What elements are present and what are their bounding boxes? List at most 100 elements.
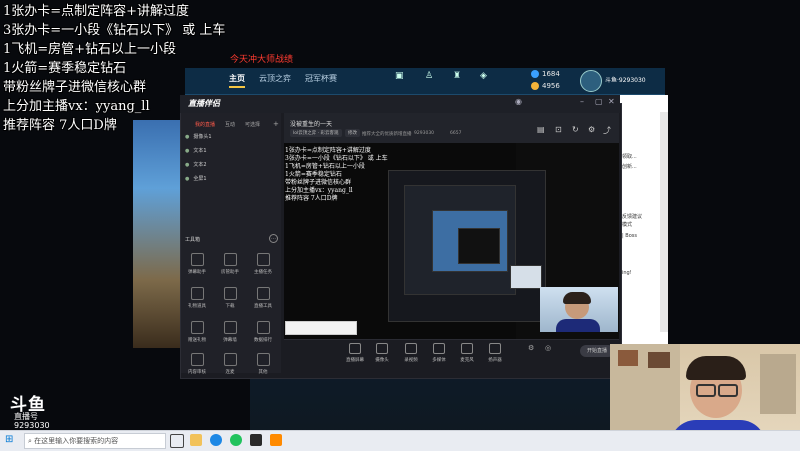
currency-blue: 1684 — [531, 70, 560, 78]
tool-icon — [256, 253, 270, 266]
tool-screen-capture[interactable]: 直播屏幕 — [340, 343, 370, 363]
tool-item[interactable]: 礼物道具 — [183, 287, 211, 309]
monitor-icon — [349, 343, 361, 354]
scene-item[interactable]: ● 全屏1 — [185, 175, 275, 186]
door — [760, 354, 796, 414]
player-avatar[interactable] — [580, 70, 602, 92]
more-icon[interactable]: … — [269, 234, 278, 243]
ranking-icon[interactable]: ♜ — [453, 71, 461, 81]
file-explorer-icon[interactable] — [190, 434, 202, 446]
tool-label: 麦克风 — [460, 358, 474, 363]
tool-label: 数据排行 — [254, 338, 272, 343]
tool-speaker[interactable]: 扬声器 — [480, 343, 510, 363]
gift-icon[interactable]: ▤ — [537, 125, 545, 134]
tab-my-live[interactable]: 我的直播 — [195, 121, 215, 128]
overlay-red-title: 今天冲大师战绩 — [230, 55, 294, 65]
tool-more-icon[interactable]: ◎ — [545, 344, 551, 352]
glasses-left — [696, 384, 716, 397]
overlay-rule-line: 3张办卡=一小段《钻石以下》 或 上车 — [3, 23, 226, 38]
scene-item[interactable]: ● 文本2 — [185, 161, 275, 172]
game-tab-tft[interactable]: 云顶之弈 — [259, 73, 291, 84]
douyu-room-id: 9293030 — [14, 421, 50, 430]
status-bar — [284, 374, 619, 382]
game-client-header: 主页 云顶之弈 冠军杯赛 ▣ ♙ ♜ ◈ 1684 4956 斗鱼·929303… — [185, 68, 665, 95]
picture-frame — [648, 352, 670, 368]
windows-start-icon[interactable]: ⊞ — [5, 434, 13, 446]
settings-icon[interactable]: ⚙ — [588, 125, 595, 134]
add-scene-icon[interactable]: + — [273, 120, 279, 128]
tool-item[interactable]: 其他 — [249, 353, 277, 375]
tool-media[interactable]: 多媒体 — [424, 343, 454, 363]
picture-frame — [618, 350, 638, 366]
stream-title: 没被重生的一天 — [290, 121, 333, 128]
streaming-app-logo: 直播伴侣 — [188, 99, 220, 108]
eye-icon[interactable]: ● — [185, 134, 189, 140]
tool-item[interactable]: 赠送礼物 — [183, 321, 211, 343]
edge-icon[interactable] — [210, 434, 222, 446]
hair — [686, 356, 746, 380]
minimize-icon[interactable]: – — [580, 97, 584, 106]
tool-label: 多媒体 — [432, 358, 446, 363]
tool-item[interactable]: 下载 — [216, 287, 244, 309]
task-view-icon[interactable] — [170, 434, 184, 448]
tool-icon — [223, 321, 237, 334]
tool-microphone[interactable]: 麦克风 — [452, 343, 482, 363]
tool-item[interactable]: 直播工具 — [249, 287, 277, 309]
tool-icon — [256, 287, 270, 300]
go-live-button[interactable]: 开始直播 — [580, 345, 614, 357]
tool-item[interactable]: 连麦 — [216, 353, 244, 375]
scene-item[interactable]: ● 摄像头1 — [185, 133, 275, 144]
tool-item[interactable]: 房管助手 — [216, 253, 244, 275]
tool-icon — [223, 287, 237, 300]
refresh-icon[interactable]: ↻ — [572, 125, 579, 134]
streaming-app-icon[interactable] — [270, 434, 282, 446]
tool-label: 礼物道具 — [188, 304, 206, 309]
share-icon[interactable]: ⤴ — [603, 125, 611, 136]
maximize-icon[interactable]: ▢ — [595, 97, 603, 106]
tool-item[interactable]: 内容审核 — [183, 353, 211, 375]
wechat-icon[interactable] — [230, 434, 242, 446]
tool-label: 直播屏幕 — [346, 358, 364, 363]
tab-interaction[interactable]: 互动 — [225, 121, 235, 128]
tool-label: 直播工具 — [254, 304, 272, 309]
tool-label: 其他 — [258, 370, 268, 375]
shirt — [556, 319, 600, 332]
tool-camera[interactable]: 摄像头 — [367, 343, 397, 363]
eye-icon[interactable]: ● — [185, 148, 189, 154]
eye-icon[interactable]: ● — [185, 176, 189, 182]
tool-record[interactable]: 录视频 — [396, 343, 426, 363]
tool-item[interactable]: 弹幕墙 — [216, 321, 244, 343]
search-icon: ⌕ — [28, 437, 32, 445]
tool-settings-icon[interactable]: ⚙ — [528, 344, 534, 352]
shop-icon[interactable]: ▣ — [395, 71, 404, 81]
edit-chip[interactable]: 修改 — [345, 129, 360, 137]
close-icon[interactable]: ✕ — [608, 97, 615, 106]
category-chip[interactable]: lol云顶之弈 · 彩云客观 — [290, 129, 342, 137]
avatar-icon[interactable]: ◉ — [515, 97, 522, 106]
taskbar-search-input[interactable]: ⌕ 在这里输入你要搜索的内容 — [24, 433, 166, 449]
tool-icon — [256, 321, 270, 334]
tool-item[interactable]: 弹幕助手 — [183, 253, 211, 275]
lock-icon[interactable]: ⊡ — [555, 125, 562, 134]
scene-item[interactable]: ● 文本1 — [185, 147, 275, 158]
eye-icon[interactable]: ● — [185, 162, 189, 168]
tool-icon — [190, 287, 204, 300]
collection-icon[interactable]: ◈ — [480, 71, 487, 81]
tool-label: 摄像头 — [375, 358, 389, 363]
scene-label: 全屏1 — [193, 176, 207, 182]
game-tab-home[interactable]: 主页 — [229, 73, 245, 88]
tool-icon — [256, 353, 270, 366]
game-tab-champion-cup[interactable]: 冠军杯赛 — [305, 73, 337, 84]
tab-optional[interactable]: 可选择 — [245, 121, 260, 128]
preview-subtitle: 推荐大全的优质新增直播 — [362, 132, 412, 137]
game-client-icon[interactable] — [250, 434, 262, 446]
overlay-rule-line: 1飞机=房管+钻石以上一小段 — [3, 42, 177, 57]
browser-scrollbar[interactable] — [660, 112, 668, 332]
hair — [563, 292, 591, 304]
profile-icon[interactable]: ♙ — [425, 71, 433, 81]
tool-item[interactable]: 数据排行 — [249, 321, 277, 343]
nested-screen — [458, 228, 500, 264]
nested-browser — [285, 321, 357, 335]
tool-item[interactable]: 主播任务 — [249, 253, 277, 275]
overlay-rule-line: 推荐阵容 7人口D牌 — [3, 118, 117, 133]
